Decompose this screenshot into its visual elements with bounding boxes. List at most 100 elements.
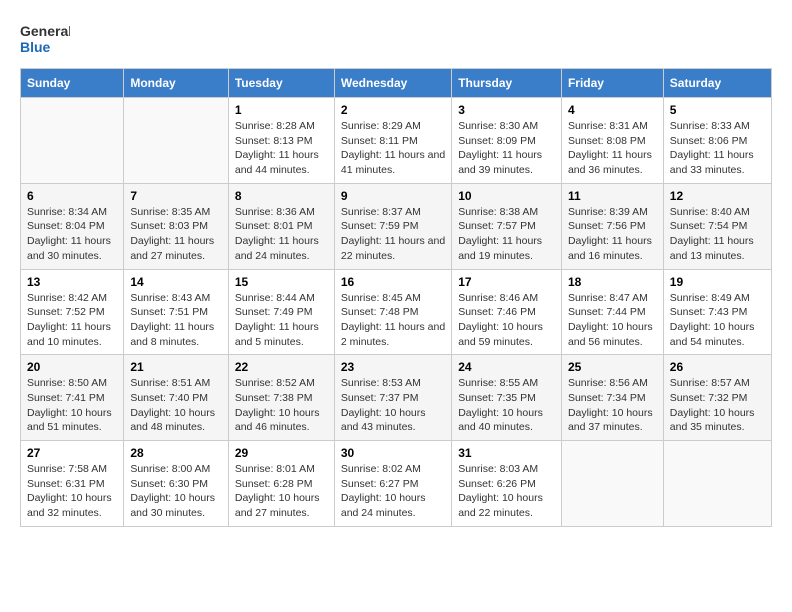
- calendar-cell: 10Sunrise: 8:38 AM Sunset: 7:57 PM Dayli…: [452, 183, 562, 269]
- day-number: 25: [568, 360, 657, 374]
- calendar-cell: [561, 441, 663, 527]
- day-info: Sunrise: 8:31 AM Sunset: 8:08 PM Dayligh…: [568, 119, 657, 178]
- day-info: Sunrise: 8:29 AM Sunset: 8:11 PM Dayligh…: [341, 119, 445, 178]
- day-number: 5: [670, 103, 765, 117]
- calendar-cell: 8Sunrise: 8:36 AM Sunset: 8:01 PM Daylig…: [228, 183, 334, 269]
- calendar-cell: 23 Sunrise: 8:53 AM Sunset: 7:37 PM Dayli…: [334, 355, 451, 441]
- calendar-cell: 5 Sunrise: 8:33 AM Sunset: 8:06 PM Daylig…: [663, 98, 771, 184]
- day-info: Sunrise: 8:34 AM Sunset: 8:04 PM Dayligh…: [27, 205, 117, 264]
- header-cell-saturday: Saturday: [663, 69, 771, 98]
- day-number: 29: [235, 446, 328, 460]
- day-number: 16: [341, 275, 445, 289]
- day-number: 22: [235, 360, 328, 374]
- header-cell-friday: Friday: [561, 69, 663, 98]
- header-cell-thursday: Thursday: [452, 69, 562, 98]
- svg-text:Blue: Blue: [20, 39, 51, 55]
- calendar-cell: 26Sunrise: 8:57 AM Sunset: 7:32 PM Dayli…: [663, 355, 771, 441]
- day-info: Sunrise: 8:52 AM Sunset: 7:38 PM Dayligh…: [235, 376, 328, 435]
- calendar-cell: 21 Sunrise: 8:51 AM Sunset: 7:40 PM Dayli…: [124, 355, 229, 441]
- day-number: 21: [130, 360, 222, 374]
- day-number: 28: [130, 446, 222, 460]
- day-info: Sunrise: 8:47 AM Sunset: 7:44 PM Dayligh…: [568, 291, 657, 350]
- day-number: 4: [568, 103, 657, 117]
- day-number: 7: [130, 189, 222, 203]
- week-row-1: 1Sunrise: 8:28 AM Sunset: 8:13 PM Daylig…: [21, 98, 772, 184]
- header-cell-wednesday: Wednesday: [334, 69, 451, 98]
- day-number: 10: [458, 189, 555, 203]
- header-cell-sunday: Sunday: [21, 69, 124, 98]
- calendar-cell: 6 Sunrise: 8:34 AM Sunset: 8:04 PM Daylig…: [21, 183, 124, 269]
- day-info: Sunrise: 8:45 AM Sunset: 7:48 PM Dayligh…: [341, 291, 445, 350]
- day-info: Sunrise: 8:30 AM Sunset: 8:09 PM Dayligh…: [458, 119, 555, 178]
- day-info: Sunrise: 8:44 AM Sunset: 7:49 PM Dayligh…: [235, 291, 328, 350]
- calendar-cell: 7 Sunrise: 8:35 AM Sunset: 8:03 PM Daylig…: [124, 183, 229, 269]
- day-number: 9: [341, 189, 445, 203]
- day-info: Sunrise: 8:46 AM Sunset: 7:46 PM Dayligh…: [458, 291, 555, 350]
- day-number: 31: [458, 446, 555, 460]
- day-number: 14: [130, 275, 222, 289]
- logo-svg: General Blue: [20, 20, 70, 58]
- day-info: Sunrise: 8:53 AM Sunset: 7:37 PM Dayligh…: [341, 376, 445, 435]
- calendar-cell: [21, 98, 124, 184]
- day-info: Sunrise: 8:43 AM Sunset: 7:51 PM Dayligh…: [130, 291, 222, 350]
- calendar-cell: [663, 441, 771, 527]
- day-number: 12: [670, 189, 765, 203]
- week-row-2: 6 Sunrise: 8:34 AM Sunset: 8:04 PM Daylig…: [21, 183, 772, 269]
- day-number: 13: [27, 275, 117, 289]
- day-info: Sunrise: 8:00 AM Sunset: 6:30 PM Dayligh…: [130, 462, 222, 521]
- day-number: 3: [458, 103, 555, 117]
- day-number: 20: [27, 360, 117, 374]
- day-info: Sunrise: 8:02 AM Sunset: 6:27 PM Dayligh…: [341, 462, 445, 521]
- calendar-cell: 1Sunrise: 8:28 AM Sunset: 8:13 PM Daylig…: [228, 98, 334, 184]
- calendar-cell: 9 Sunrise: 8:37 AM Sunset: 7:59 PM Daylig…: [334, 183, 451, 269]
- header-cell-tuesday: Tuesday: [228, 69, 334, 98]
- svg-text:General: General: [20, 23, 70, 39]
- calendar-cell: 22 Sunrise: 8:52 AM Sunset: 7:38 PM Dayli…: [228, 355, 334, 441]
- calendar-cell: 27Sunrise: 7:58 AM Sunset: 6:31 PM Dayli…: [21, 441, 124, 527]
- calendar-cell: 11 Sunrise: 8:39 AM Sunset: 7:56 PM Dayli…: [561, 183, 663, 269]
- calendar-cell: 15Sunrise: 8:44 AM Sunset: 7:49 PM Dayli…: [228, 269, 334, 355]
- day-number: 6: [27, 189, 117, 203]
- calendar-cell: 18 Sunrise: 8:47 AM Sunset: 7:44 PM Dayli…: [561, 269, 663, 355]
- calendar-cell: 2 Sunrise: 8:29 AM Sunset: 8:11 PM Daylig…: [334, 98, 451, 184]
- day-number: 11: [568, 189, 657, 203]
- day-info: Sunrise: 8:39 AM Sunset: 7:56 PM Dayligh…: [568, 205, 657, 264]
- logo: General Blue: [20, 20, 70, 58]
- day-number: 18: [568, 275, 657, 289]
- day-info: Sunrise: 8:56 AM Sunset: 7:34 PM Dayligh…: [568, 376, 657, 435]
- day-info: Sunrise: 8:40 AM Sunset: 7:54 PM Dayligh…: [670, 205, 765, 264]
- day-number: 2: [341, 103, 445, 117]
- day-info: Sunrise: 8:33 AM Sunset: 8:06 PM Dayligh…: [670, 119, 765, 178]
- day-number: 30: [341, 446, 445, 460]
- calendar-cell: 13 Sunrise: 8:42 AM Sunset: 7:52 PM Dayli…: [21, 269, 124, 355]
- header: General Blue: [20, 20, 772, 58]
- calendar-cell: 28 Sunrise: 8:00 AM Sunset: 6:30 PM Dayli…: [124, 441, 229, 527]
- calendar-cell: 25 Sunrise: 8:56 AM Sunset: 7:34 PM Dayli…: [561, 355, 663, 441]
- day-info: Sunrise: 8:42 AM Sunset: 7:52 PM Dayligh…: [27, 291, 117, 350]
- day-number: 23: [341, 360, 445, 374]
- calendar-cell: 3 Sunrise: 8:30 AM Sunset: 8:09 PM Daylig…: [452, 98, 562, 184]
- calendar-cell: [124, 98, 229, 184]
- week-row-3: 13 Sunrise: 8:42 AM Sunset: 7:52 PM Dayli…: [21, 269, 772, 355]
- calendar-cell: 24Sunrise: 8:55 AM Sunset: 7:35 PM Dayli…: [452, 355, 562, 441]
- calendar-cell: 31 Sunrise: 8:03 AM Sunset: 6:26 PM Dayli…: [452, 441, 562, 527]
- calendar-cell: 29Sunrise: 8:01 AM Sunset: 6:28 PM Dayli…: [228, 441, 334, 527]
- day-info: Sunrise: 7:58 AM Sunset: 6:31 PM Dayligh…: [27, 462, 117, 521]
- calendar-cell: 16 Sunrise: 8:45 AM Sunset: 7:48 PM Dayli…: [334, 269, 451, 355]
- calendar-cell: 20Sunrise: 8:50 AM Sunset: 7:41 PM Dayli…: [21, 355, 124, 441]
- header-row: SundayMondayTuesdayWednesdayThursdayFrid…: [21, 69, 772, 98]
- calendar-cell: 4 Sunrise: 8:31 AM Sunset: 8:08 PM Daylig…: [561, 98, 663, 184]
- week-row-4: 20Sunrise: 8:50 AM Sunset: 7:41 PM Dayli…: [21, 355, 772, 441]
- day-info: Sunrise: 8:57 AM Sunset: 7:32 PM Dayligh…: [670, 376, 765, 435]
- day-number: 1: [235, 103, 328, 117]
- day-info: Sunrise: 8:03 AM Sunset: 6:26 PM Dayligh…: [458, 462, 555, 521]
- day-number: 8: [235, 189, 328, 203]
- day-info: Sunrise: 8:35 AM Sunset: 8:03 PM Dayligh…: [130, 205, 222, 264]
- day-info: Sunrise: 8:49 AM Sunset: 7:43 PM Dayligh…: [670, 291, 765, 350]
- day-info: Sunrise: 8:37 AM Sunset: 7:59 PM Dayligh…: [341, 205, 445, 264]
- calendar-cell: 17Sunrise: 8:46 AM Sunset: 7:46 PM Dayli…: [452, 269, 562, 355]
- calendar-cell: 14 Sunrise: 8:43 AM Sunset: 7:51 PM Dayli…: [124, 269, 229, 355]
- day-info: Sunrise: 8:51 AM Sunset: 7:40 PM Dayligh…: [130, 376, 222, 435]
- calendar-cell: 12 Sunrise: 8:40 AM Sunset: 7:54 PM Dayli…: [663, 183, 771, 269]
- calendar-table: SundayMondayTuesdayWednesdayThursdayFrid…: [20, 68, 772, 527]
